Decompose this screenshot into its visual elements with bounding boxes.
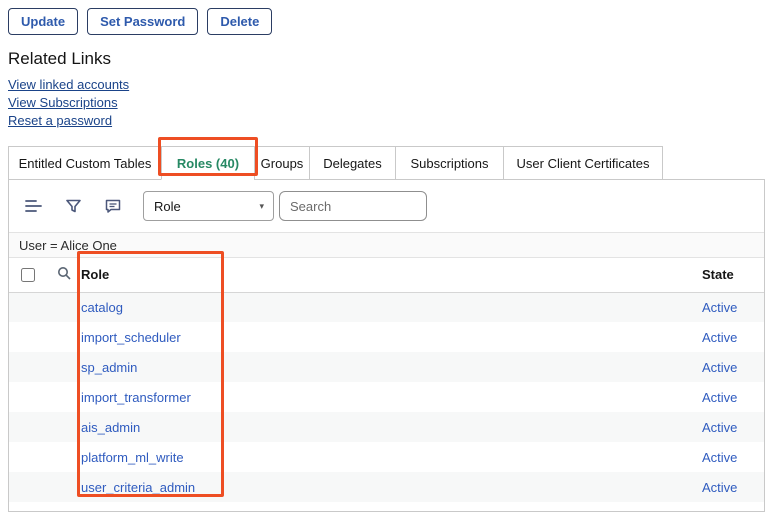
table-row: user_criteria_admin Active bbox=[9, 472, 764, 502]
list-toolbar: Role ▾ bbox=[9, 180, 764, 232]
list-menu-icon[interactable] bbox=[23, 196, 43, 216]
role-link[interactable]: import_transformer bbox=[81, 390, 191, 405]
tab-user-client-certificates[interactable]: User Client Certificates bbox=[503, 146, 663, 180]
user-record-page: Update Set Password Delete Related Links… bbox=[0, 0, 773, 520]
table-row: ais_admin Active bbox=[9, 412, 764, 442]
state-link[interactable]: Active bbox=[702, 330, 737, 345]
search-column-select[interactable]: Role ▾ bbox=[143, 191, 274, 221]
related-links-list: View linked accounts View Subscriptions … bbox=[8, 76, 765, 130]
breadcrumb[interactable]: User = Alice One bbox=[9, 232, 764, 258]
table-row: import_scheduler Active bbox=[9, 322, 764, 352]
chat-bubble-icon[interactable] bbox=[103, 196, 123, 216]
column-header-state[interactable]: State bbox=[702, 258, 764, 292]
table-row: catalog Active bbox=[9, 292, 764, 322]
breadcrumb-condition: User = Alice One bbox=[19, 238, 117, 253]
table-row: import_transformer Active bbox=[9, 382, 764, 412]
table-row: sp_admin Active bbox=[9, 352, 764, 382]
tab-subscriptions[interactable]: Subscriptions bbox=[395, 146, 504, 180]
state-link[interactable]: Active bbox=[702, 360, 737, 375]
table-row: platform_ml_write Active bbox=[9, 442, 764, 472]
tab-entitled-custom-tables[interactable]: Entitled Custom Tables bbox=[8, 146, 162, 180]
role-link[interactable]: user_criteria_admin bbox=[81, 480, 195, 495]
state-link[interactable]: Active bbox=[702, 450, 737, 465]
state-link[interactable]: Active bbox=[702, 480, 737, 495]
filter-icon[interactable] bbox=[63, 196, 83, 216]
link-reset-a-password[interactable]: Reset a password bbox=[8, 112, 765, 130]
roles-table: Role State catalog Active import_schedul… bbox=[9, 258, 764, 502]
roles-list-container: Role ▾ User = Alice One bbox=[8, 179, 765, 512]
search-column-value: Role bbox=[154, 199, 181, 214]
update-button[interactable]: Update bbox=[8, 8, 78, 35]
delete-button[interactable]: Delete bbox=[207, 8, 272, 35]
state-link[interactable]: Active bbox=[702, 300, 737, 315]
record-actions: Update Set Password Delete bbox=[8, 8, 765, 35]
link-view-linked-accounts[interactable]: View linked accounts bbox=[8, 76, 765, 94]
select-all-checkbox[interactable] bbox=[21, 268, 35, 282]
tab-bar: Entitled Custom Tables Roles (40) Groups… bbox=[8, 146, 765, 180]
table-header-row: Role State bbox=[9, 258, 764, 292]
tab-delegates[interactable]: Delegates bbox=[309, 146, 396, 180]
tab-roles[interactable]: Roles (40) bbox=[161, 146, 255, 180]
set-password-button[interactable]: Set Password bbox=[87, 8, 198, 35]
role-link[interactable]: catalog bbox=[81, 300, 123, 315]
search-icon[interactable] bbox=[47, 266, 71, 280]
tab-groups[interactable]: Groups bbox=[254, 146, 310, 180]
related-links-heading: Related Links bbox=[8, 49, 765, 69]
column-header-role[interactable]: Role bbox=[81, 258, 702, 292]
chevron-down-icon: ▾ bbox=[259, 201, 264, 212]
search-input[interactable] bbox=[279, 191, 427, 221]
role-link[interactable]: platform_ml_write bbox=[81, 450, 184, 465]
role-link[interactable]: import_scheduler bbox=[81, 330, 181, 345]
role-link[interactable]: ais_admin bbox=[81, 420, 140, 435]
role-link[interactable]: sp_admin bbox=[81, 360, 137, 375]
state-link[interactable]: Active bbox=[702, 420, 737, 435]
state-link[interactable]: Active bbox=[702, 390, 737, 405]
link-view-subscriptions[interactable]: View Subscriptions bbox=[8, 94, 765, 112]
